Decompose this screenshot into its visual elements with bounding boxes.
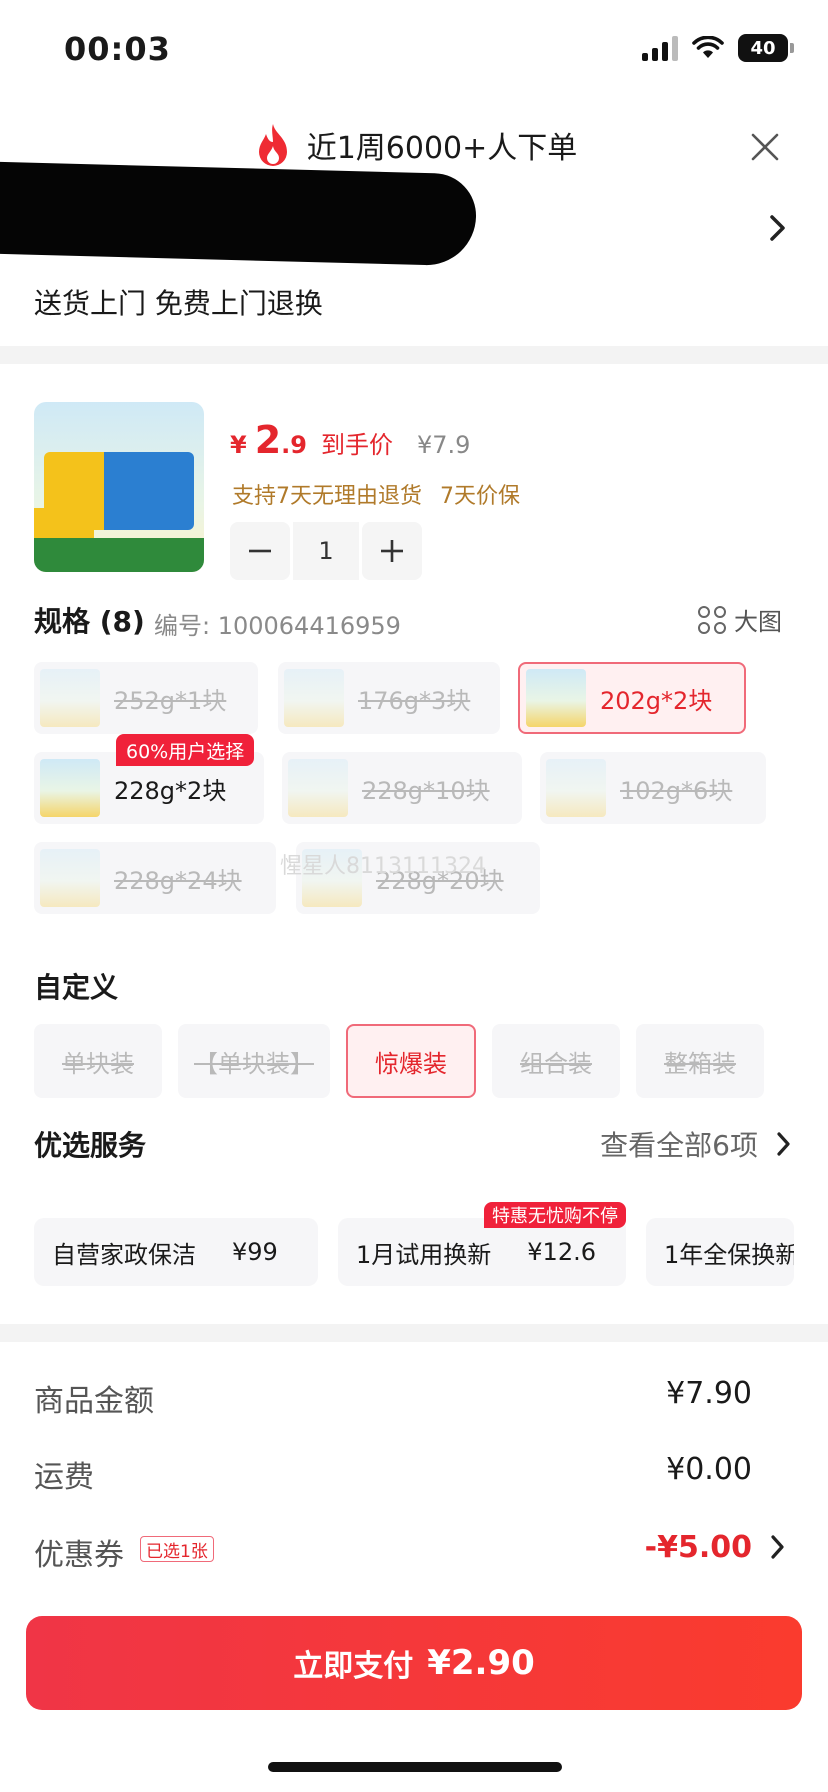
big-image-label: 大图 bbox=[734, 608, 782, 636]
checkout-sheet: 00:03 40 近1周6000+人下单 送货上门 免费上门退换 ¥2.9 到手… bbox=[0, 0, 828, 1792]
goods-amount-value: ¥7.90 bbox=[666, 1376, 752, 1411]
spec-thumbnail bbox=[546, 759, 606, 817]
service-card[interactable]: 1年全保换新 bbox=[646, 1218, 794, 1286]
chevron-right-icon bbox=[777, 1132, 790, 1156]
spec-thumbnail bbox=[40, 759, 100, 817]
service-card[interactable]: 1月试用换新 ¥12.6 bbox=[338, 1218, 626, 1286]
spec-thumbnail bbox=[284, 669, 344, 727]
spec-thumbnail bbox=[40, 849, 100, 907]
original-price: ¥7.9 bbox=[416, 431, 471, 459]
spec-thumbnail bbox=[288, 759, 348, 817]
pay-label: 立即支付 bbox=[293, 1649, 414, 1684]
custom-option-selected[interactable]: 惊爆装 bbox=[346, 1024, 476, 1098]
wifi-icon bbox=[692, 36, 724, 58]
signal-icon bbox=[642, 35, 678, 61]
custom-option[interactable]: 整箱装 bbox=[636, 1024, 764, 1098]
custom-option[interactable]: 单块装 bbox=[34, 1024, 162, 1098]
shipping-label: 运费 bbox=[34, 1460, 94, 1495]
delivery-info: 送货上门 免费上门退换 bbox=[34, 287, 323, 320]
price-integer: 2 bbox=[254, 418, 282, 462]
quantity-value[interactable]: 1 bbox=[293, 522, 359, 580]
price-line: ¥2.9 到手价 ¥7.9 bbox=[230, 418, 470, 462]
chevron-right-icon[interactable] bbox=[770, 1530, 786, 1568]
pay-now-button[interactable]: 立即支付 ¥2.90 bbox=[26, 1616, 802, 1710]
spec-option-label: 102g*6块 bbox=[620, 776, 733, 805]
spec-thumbnail bbox=[40, 669, 100, 727]
goods-amount-label: 商品金额 bbox=[34, 1384, 154, 1419]
service-name: 1年全保换新 bbox=[664, 1240, 794, 1269]
battery-icon: 40 bbox=[738, 34, 794, 62]
service-card[interactable]: 自营家政保洁 ¥99 bbox=[34, 1218, 318, 1286]
status-time: 00:03 bbox=[64, 30, 171, 68]
view-all-label: 查看全部6项 bbox=[600, 1129, 758, 1162]
support-info: 支持7天无理由退货 7天价保 bbox=[232, 478, 520, 510]
spec-thumbnail bbox=[526, 669, 586, 727]
service-price: ¥99 bbox=[232, 1238, 278, 1266]
popular-text: 近1周6000+人下单 bbox=[306, 131, 578, 166]
status-icons: 40 bbox=[642, 34, 794, 62]
product-code: 编号: 100064416959 bbox=[154, 612, 401, 640]
close-icon[interactable] bbox=[750, 132, 780, 162]
spec-option[interactable]: 176g*3块 bbox=[278, 662, 500, 734]
chevron-right-icon[interactable] bbox=[768, 212, 788, 252]
spec-option-label: 228g*24块 bbox=[114, 866, 242, 895]
price-decimal: .9 bbox=[281, 431, 307, 459]
spec-option[interactable]: 228g*24块 bbox=[34, 842, 276, 914]
spec-option-label: 252g*1块 bbox=[114, 686, 227, 715]
services-title: 优选服务 bbox=[34, 1129, 147, 1162]
flame-icon bbox=[258, 124, 287, 166]
service-name: 1月试用换新 bbox=[356, 1240, 492, 1269]
spec-option[interactable]: 252g*1块 bbox=[34, 662, 258, 734]
decrement-button[interactable] bbox=[230, 522, 290, 580]
spec-option-label: 228g*10块 bbox=[362, 776, 490, 805]
spec-option-label: 176g*3块 bbox=[358, 686, 471, 715]
coupon-selected-tag: 已选1张 bbox=[140, 1536, 214, 1562]
spec-option[interactable]: 228g*10块 bbox=[282, 752, 522, 824]
popular-choice-badge: 60%用户选择 bbox=[116, 734, 255, 766]
redacted-address bbox=[0, 161, 478, 267]
watermark: 惺星人8113111324 bbox=[280, 854, 486, 879]
service-name: 自营家政保洁 bbox=[52, 1240, 196, 1269]
custom-option[interactable]: 组合装 bbox=[492, 1024, 620, 1098]
product-thumbnail[interactable] bbox=[34, 402, 204, 572]
coupon-label: 优惠券 bbox=[34, 1538, 124, 1573]
spec-option-selected[interactable]: 202g*2块 bbox=[518, 662, 746, 734]
increment-button[interactable] bbox=[362, 522, 422, 580]
section-divider bbox=[0, 1324, 828, 1342]
spec-option-label: 228g*2块 bbox=[114, 776, 227, 805]
quantity-stepper: 1 bbox=[230, 522, 422, 580]
view-all-services[interactable]: 查看全部6项 bbox=[600, 1124, 792, 1164]
service-price: ¥12.6 bbox=[527, 1238, 596, 1266]
big-image-toggle[interactable]: 大图 bbox=[698, 602, 782, 637]
return-policy: 支持7天无理由退货 bbox=[232, 484, 422, 509]
section-divider bbox=[0, 346, 828, 364]
pay-amount: ¥2.90 bbox=[427, 1643, 535, 1683]
grid-icon bbox=[698, 605, 726, 634]
service-promo-badge: 特惠无忧购不停 bbox=[484, 1202, 626, 1228]
shipping-value: ¥0.00 bbox=[666, 1452, 752, 1487]
spec-option-label: 202g*2块 bbox=[600, 686, 713, 715]
custom-option[interactable]: 【单块装】 bbox=[178, 1024, 330, 1098]
home-indicator[interactable] bbox=[268, 1762, 562, 1772]
currency-symbol: ¥ bbox=[230, 431, 247, 459]
spec-title: 规格 (8) bbox=[34, 605, 145, 638]
spec-option[interactable]: 102g*6块 bbox=[540, 752, 766, 824]
price-label: 到手价 bbox=[320, 431, 393, 459]
custom-title: 自定义 bbox=[34, 971, 119, 1004]
price-protection: 7天价保 bbox=[440, 484, 520, 509]
popular-banner: 近1周6000+人下单 bbox=[0, 122, 828, 168]
coupon-value[interactable]: -¥5.00 bbox=[645, 1530, 752, 1565]
